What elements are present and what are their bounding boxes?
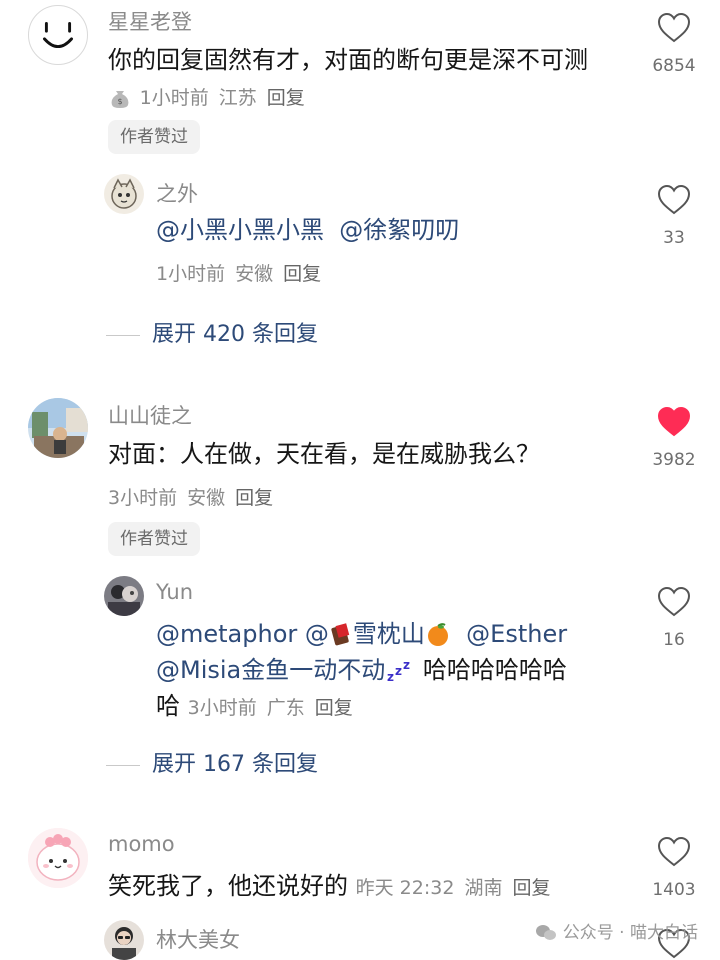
reply-button[interactable]: 回复 xyxy=(315,697,353,719)
comment-text: @metaphor @ 雪枕山 @Esther @Misia金鱼一动不动 z z z 哈… xyxy=(156,616,626,726)
username[interactable]: 山山徒之 xyxy=(108,400,192,430)
comment-body: 哈 xyxy=(156,692,180,720)
chocolate-emoji-icon xyxy=(331,623,350,646)
comment-text: 笑死我了，他还说好的 昨天 22:32 湖南 回复 xyxy=(108,868,628,906)
smiley-avatar-icon xyxy=(43,21,73,49)
username[interactable]: 之外 xyxy=(156,178,198,208)
timestamp: 1小时前 xyxy=(139,87,209,109)
avatar[interactable] xyxy=(104,920,144,960)
location: 江苏 xyxy=(218,87,257,109)
photo-avatar-icon xyxy=(28,398,88,458)
expand-label: 展开 167 条回复 xyxy=(152,752,318,777)
photo-avatar-icon xyxy=(104,576,144,616)
timestamp: 1小时前 xyxy=(156,263,226,285)
like-button[interactable]: 33 xyxy=(634,184,714,248)
username[interactable]: momo xyxy=(108,832,175,856)
like-button[interactable]: 16 xyxy=(634,586,714,650)
svg-text:z: z xyxy=(403,659,410,672)
like-button[interactable]: 1403 xyxy=(634,836,714,900)
avatar[interactable] xyxy=(28,828,88,888)
avatar[interactable] xyxy=(104,174,144,214)
like-button[interactable]: 6854 xyxy=(634,12,714,76)
comment-text: 对面：人在做，天在看，是在威胁我么？ xyxy=(108,440,540,468)
comment-body: 笑死我了，他还说好的 xyxy=(108,872,348,900)
watermark-text: 公众号 · 喵大白话 xyxy=(562,923,698,943)
mention-name: 雪枕山 xyxy=(352,620,425,648)
comment-meta: 昨天 22:32 湖南 回复 xyxy=(356,877,561,899)
username[interactable]: 星星老登 xyxy=(108,6,192,36)
username[interactable]: Yun xyxy=(156,580,193,604)
cartoon-avatar-icon xyxy=(111,178,137,209)
like-count: 6854 xyxy=(652,56,696,76)
heart-outline-icon xyxy=(657,836,691,867)
location: 广东 xyxy=(266,697,305,719)
reply-button[interactable]: 回复 xyxy=(283,263,321,285)
comment-meta: 1小时前 江苏 回复 xyxy=(140,87,315,109)
like-count: 33 xyxy=(663,228,685,248)
photo-avatar-icon xyxy=(104,920,144,960)
svg-text:z: z xyxy=(387,670,394,683)
like-count: 3982 xyxy=(652,450,696,470)
watermark: 公众号 · 喵大白话 xyxy=(535,918,698,943)
money-bag-emoji-icon: $ xyxy=(111,91,129,108)
mention-at: @ xyxy=(304,620,329,648)
like-button[interactable]: 3982 xyxy=(634,406,714,470)
comment-body: 哈哈哈哈哈哈 xyxy=(422,656,567,684)
avatar[interactable] xyxy=(104,576,144,616)
heart-outline-icon xyxy=(657,184,691,215)
reply-button[interactable]: 回复 xyxy=(267,87,305,109)
mention[interactable]: @metaphor xyxy=(156,620,297,648)
expand-replies-button[interactable]: 展开 167 条回复 xyxy=(106,746,318,778)
mention[interactable]: @Misia金鱼一动不动 z z z xyxy=(156,656,415,684)
comment-body: 你的回复固然有才，对面的断句更是深不可测 xyxy=(108,46,588,74)
orange-emoji-icon xyxy=(427,623,448,646)
comment-meta: 3小时前 安徽 回复 xyxy=(108,483,283,510)
mention[interactable]: @ 雪枕山 xyxy=(305,620,451,648)
comment-text: 你的回复固然有才，对面的断句更是深不可测 $ 1小时前 江苏 回复 xyxy=(108,42,608,116)
username[interactable]: 林大美女 xyxy=(156,924,240,954)
heart-outline-icon xyxy=(657,12,691,43)
author-liked-badge: 作者赞过 xyxy=(108,120,200,154)
divider-line xyxy=(106,764,140,766)
timestamp: 昨天 22:32 xyxy=(355,877,455,899)
zzz-emoji-icon: zzz xyxy=(387,659,410,683)
like-count: 16 xyxy=(663,630,685,650)
heart-outline-icon xyxy=(657,586,691,617)
heart-filled-icon xyxy=(657,406,691,437)
timestamp: 3小时前 xyxy=(108,487,178,509)
expand-replies-button[interactable]: 展开 420 条回复 xyxy=(106,316,318,348)
wechat-icon xyxy=(535,925,556,940)
svg-text:z: z xyxy=(395,664,402,678)
location: 安徽 xyxy=(187,487,226,509)
location: 湖南 xyxy=(464,877,503,899)
mention[interactable]: @小黑小黑小黑 xyxy=(156,216,324,244)
avatar[interactable] xyxy=(28,5,88,65)
svg-text:$: $ xyxy=(117,97,122,106)
like-count: 1403 xyxy=(652,880,696,900)
mention[interactable]: @Esther xyxy=(466,620,567,648)
comment-meta: 1小时前 安徽 回复 xyxy=(156,259,331,286)
reply-button[interactable]: 回复 xyxy=(235,487,273,509)
comment-text: @小黑小黑小黑 @徐絮叨叨 xyxy=(156,212,616,248)
timestamp: 3小时前 xyxy=(187,697,257,719)
author-liked-badge: 作者赞过 xyxy=(108,522,200,556)
pink-character-avatar-icon xyxy=(28,828,88,888)
mention[interactable]: @徐絮叨叨 xyxy=(339,216,459,244)
comment-meta: 3小时前 广东 回复 xyxy=(188,697,363,719)
expand-label: 展开 420 条回复 xyxy=(152,322,318,347)
avatar[interactable] xyxy=(28,398,88,458)
location: 安徽 xyxy=(235,263,274,285)
reply-button[interactable]: 回复 xyxy=(512,877,550,899)
divider-line xyxy=(106,334,140,336)
mention-label: @Misia金鱼一动不动 xyxy=(156,656,386,684)
